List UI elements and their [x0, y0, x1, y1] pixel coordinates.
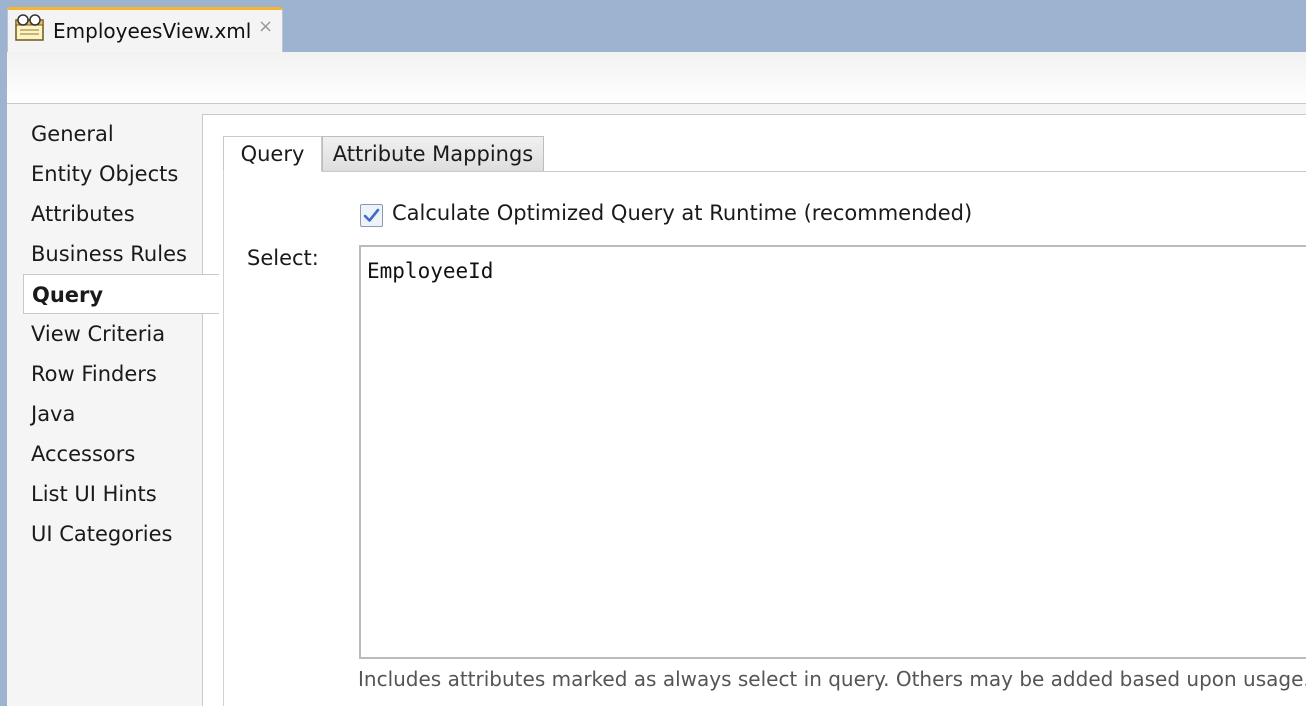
checkmark-icon — [363, 208, 380, 222]
nav-item-list-ui-hints[interactable]: List UI Hints — [31, 474, 157, 514]
subtab-panel-border — [223, 171, 224, 706]
nav-item-entity-objects[interactable]: Entity Objects — [31, 154, 178, 194]
overview-editor: General Entity Objects Attributes Busine… — [7, 104, 1306, 706]
nav-item-attributes[interactable]: Attributes — [31, 194, 135, 234]
nav-item-java[interactable]: Java — [31, 394, 75, 434]
nav-item-query[interactable]: Query — [23, 274, 219, 314]
nav-item-general[interactable]: General — [31, 114, 114, 154]
tab-attribute-mappings[interactable]: Attribute Mappings — [322, 136, 544, 171]
editor-tab-employeesview[interactable]: EmployeesView.xml × — [7, 7, 283, 52]
editor-tab-strip: EmployeesView.xml × — [0, 0, 1306, 52]
optimize-query-checkbox[interactable] — [360, 204, 383, 227]
nav-item-business-rules[interactable]: Business Rules — [31, 234, 187, 274]
close-icon[interactable]: × — [258, 16, 273, 37]
editor-tab-label: EmployeesView.xml — [53, 19, 252, 43]
editor-toolbar — [7, 52, 1306, 104]
query-panel: Query Attribute Mappings Calculate Optim… — [202, 114, 1306, 706]
nav-item-accessors[interactable]: Accessors — [31, 434, 135, 474]
tab-query[interactable]: Query — [223, 136, 322, 172]
select-clause-input[interactable]: EmployeeId — [359, 245, 1306, 659]
optimize-query-label: Calculate Optimized Query at Runtime (re… — [392, 201, 973, 225]
select-hint-text: Includes attributes marked as always sel… — [358, 667, 1306, 691]
select-label: Select: — [247, 246, 319, 270]
nav-item-ui-categories[interactable]: UI Categories — [31, 514, 172, 554]
view-object-file-icon — [14, 14, 48, 42]
subtab-divider — [223, 171, 1306, 172]
nav-item-view-criteria[interactable]: View Criteria — [31, 314, 165, 354]
nav-item-row-finders[interactable]: Row Finders — [31, 354, 157, 394]
